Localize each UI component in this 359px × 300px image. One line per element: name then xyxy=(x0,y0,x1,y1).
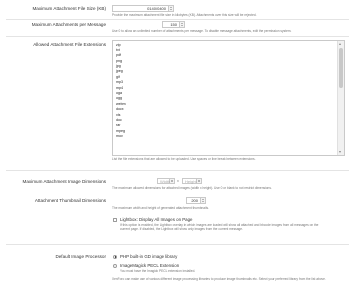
imagick-option-label[interactable]: ImageMagick PECL Extension xyxy=(120,263,179,268)
thumbnail-dimensions-label: Attachment Thumbnail Dimensions xyxy=(34,198,106,203)
dimensions-separator: x xyxy=(177,179,179,183)
thumbnail-dimensions-stepper[interactable] xyxy=(201,197,206,204)
max-file-size-stepper[interactable] xyxy=(169,5,174,12)
lightbox-label[interactable]: Lightbox: Display All Images on Page xyxy=(120,217,193,222)
divider xyxy=(6,244,349,245)
max-per-message-stepper[interactable] xyxy=(180,21,185,28)
divider xyxy=(6,19,349,20)
extension-entry: mov xyxy=(116,134,123,139)
extensions-label: Allowed Attachment File Extensions xyxy=(33,42,106,47)
image-height-input[interactable]: Height xyxy=(182,178,197,184)
scrollbar-thumb[interactable] xyxy=(339,48,343,88)
gd-radio[interactable] xyxy=(113,254,118,259)
textarea-scrollbar[interactable] xyxy=(337,41,344,155)
image-height-stepper[interactable] xyxy=(197,178,202,184)
image-width-stepper[interactable] xyxy=(170,178,175,184)
image-dimensions-description: The maximum allowed dimensions for attac… xyxy=(112,186,272,190)
max-file-size-description: Provide the maximum attachment file size… xyxy=(112,13,257,17)
thumbnail-dimensions-input[interactable]: 200 xyxy=(186,197,201,204)
max-file-size-input[interactable]: 0140/0400 xyxy=(112,5,169,12)
lightbox-description: If this option is enabled, the Lightbox … xyxy=(120,223,319,232)
thumbnail-dimensions-description: The maximum width and height of generate… xyxy=(112,206,209,210)
extensions-textarea[interactable]: zip txt pdf png jpg jpeg gif mp3 mp4 oga ogg webm do… xyxy=(112,40,345,156)
imagick-note: You must have the Imagick PECL extension… xyxy=(120,269,196,273)
image-width-input[interactable]: Width xyxy=(157,178,170,184)
image-processor-label: Default Image Processor xyxy=(55,254,106,259)
max-per-message-description: Use 0 to allow an unlimited number of at… xyxy=(112,29,292,33)
image-dimensions-label: Maximum Attachment Image Dimensions xyxy=(22,179,106,184)
image-processor-description: XenForo can make use of various differen… xyxy=(112,277,326,281)
scroll-up-icon[interactable] xyxy=(339,43,342,45)
image-height-placeholder: Height xyxy=(185,179,197,184)
lightbox-checkbox[interactable] xyxy=(113,217,118,222)
divider xyxy=(6,170,349,171)
divider xyxy=(6,36,349,37)
scroll-down-icon[interactable] xyxy=(339,151,342,153)
max-per-message-label: Maximum Attachments per Message xyxy=(31,22,106,27)
max-file-size-label: Maximum Attachment File Size (KB) xyxy=(32,6,106,11)
image-width-placeholder: Width xyxy=(160,179,171,184)
imagick-radio[interactable] xyxy=(113,263,118,268)
max-per-message-input[interactable]: 150 xyxy=(162,21,180,28)
extensions-list: zip txt pdf png jpg jpeg gif mp3 mp4 oga ogg webm do… xyxy=(113,41,344,141)
gd-option-label[interactable]: PHP built-in GD image library xyxy=(120,254,177,259)
extensions-description: List the file extensions that are allowe… xyxy=(112,157,256,161)
